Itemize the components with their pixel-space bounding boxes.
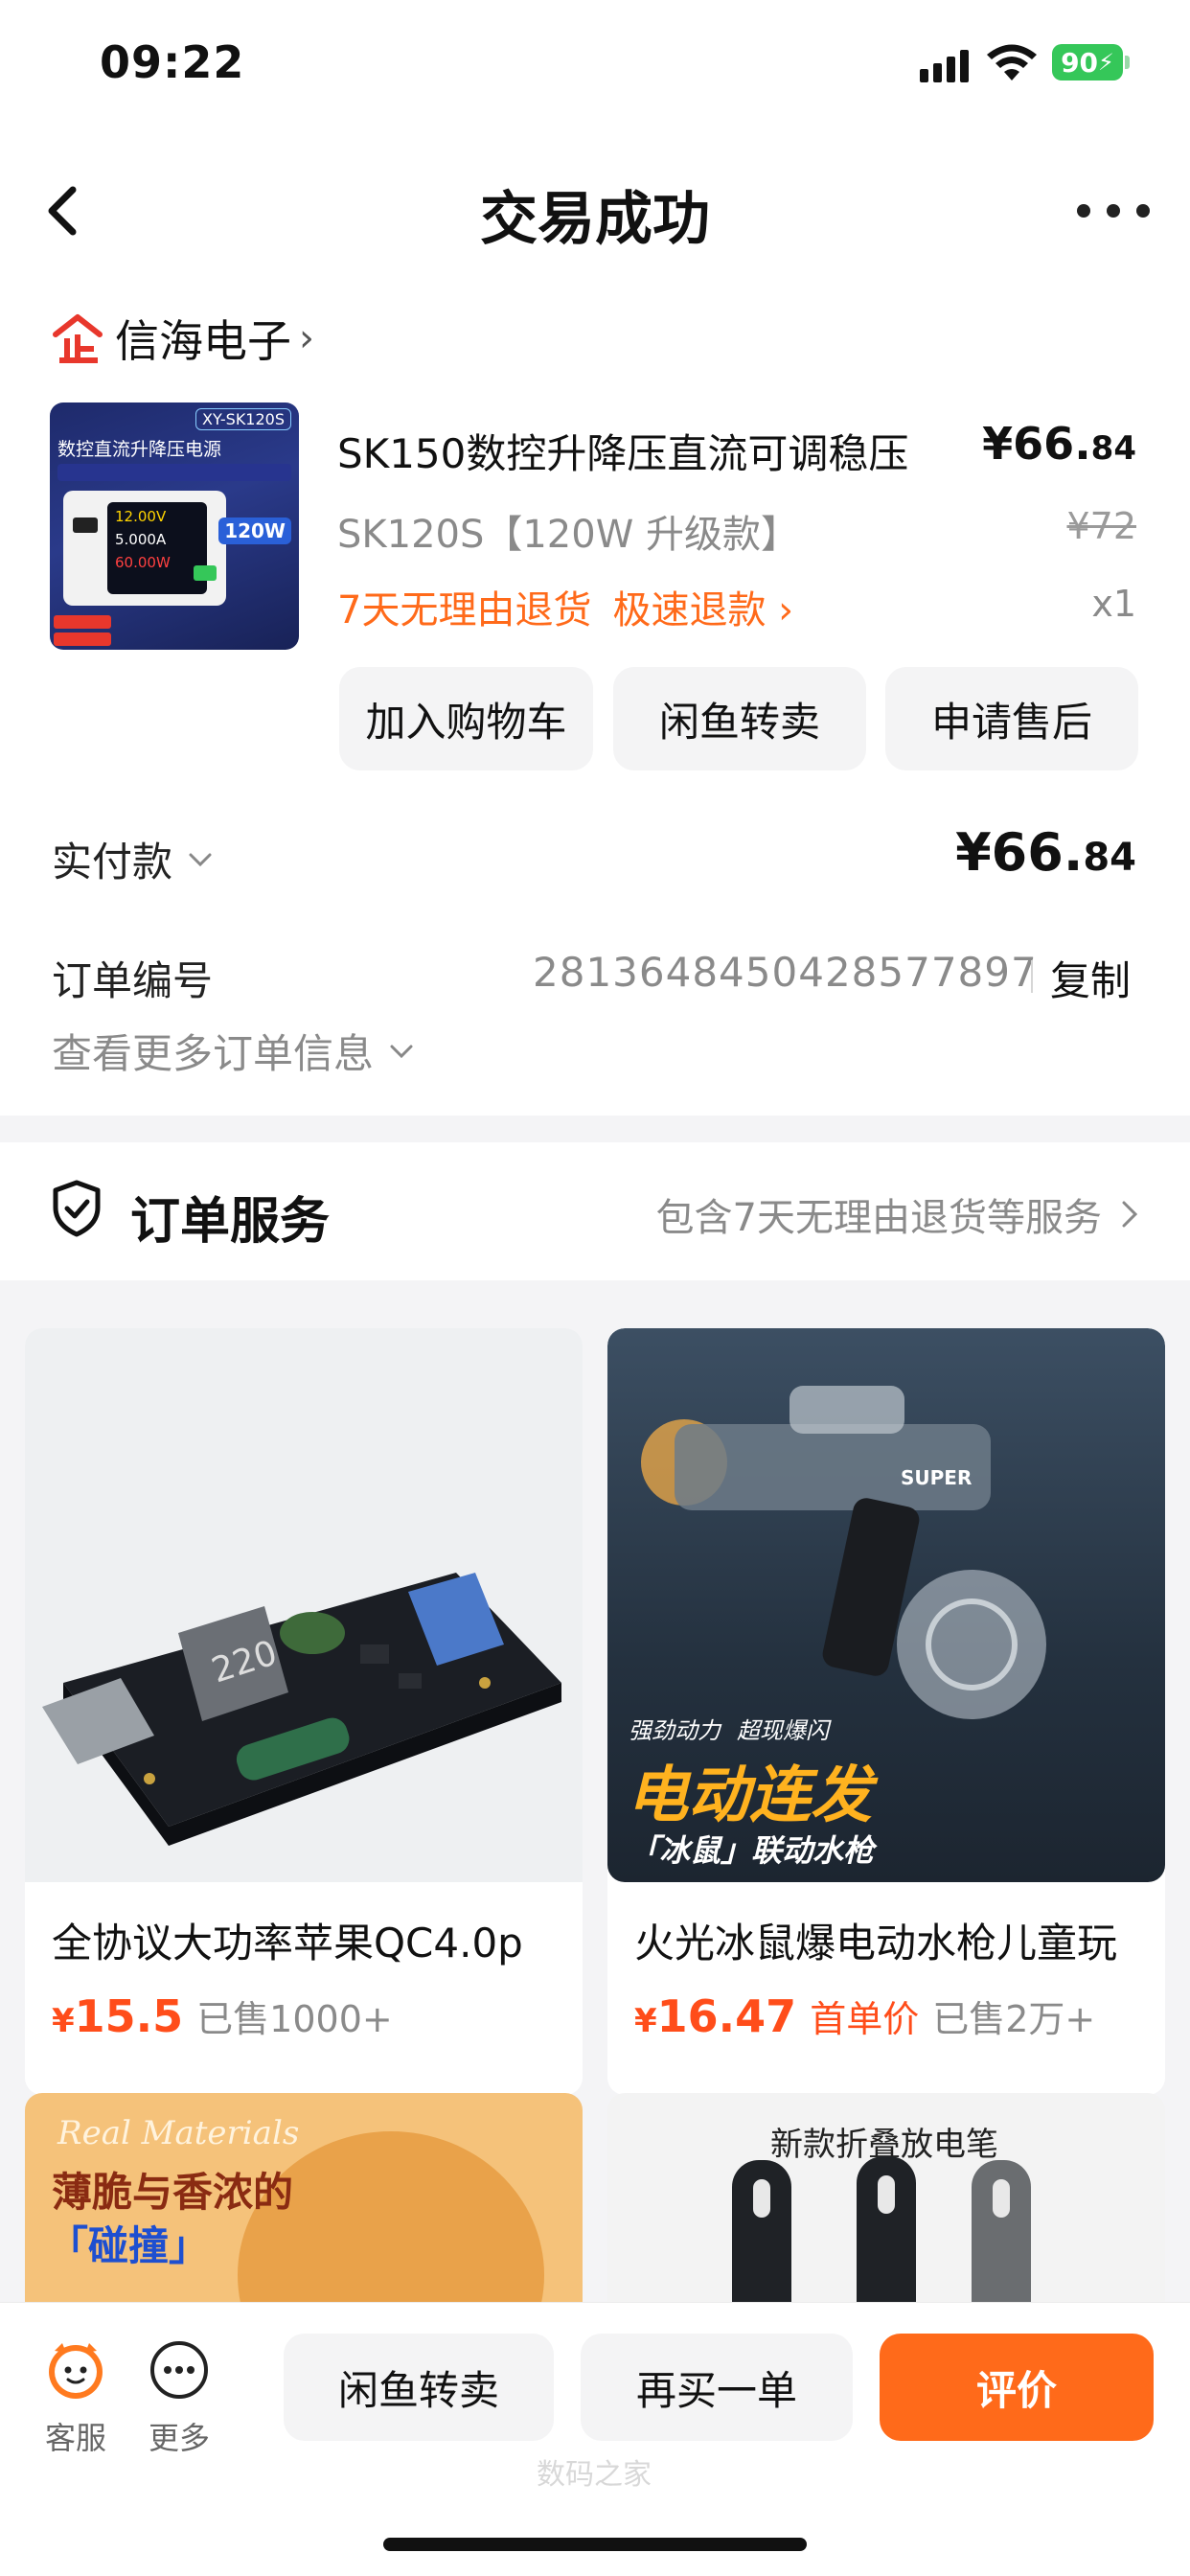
nav-bar: 交易成功 — [0, 153, 1190, 268]
img-subheadline: 「冰鼠」联动水枪 — [629, 1832, 875, 1869]
more-label: 更多 — [148, 2420, 210, 2456]
resell-bottom-button[interactable]: 闲鱼转卖 — [284, 2334, 554, 2441]
thumb-title: 数控直流升降压电源 — [57, 439, 222, 460]
battery-level: 90 — [1061, 46, 1099, 79]
product-sku: SK120S【120W 升级款】 — [337, 513, 799, 557]
card-sold-count: 已售2万+ — [932, 1998, 1096, 2040]
recommendation-feed: 220 全协议大功率苹果QC4.0p ¥15.5 已售1000+ 强劲动力 超现… — [0, 1280, 1190, 2306]
after-sale-button[interactable]: 申请售后 — [885, 667, 1138, 770]
shop-name: 信海电子 — [115, 315, 291, 367]
card-image — [238, 2131, 544, 2306]
feed-card[interactable]: 220 全协议大功率苹果QC4.0p ¥15.5 已售1000+ — [25, 1328, 583, 2095]
more-order-info-label: 查看更多订单信息 — [52, 1030, 375, 1077]
circuit-board-image: 220 — [42, 1573, 561, 1846]
chevron-right-icon: › — [299, 316, 314, 360]
paid-amount: ¥66.84 — [955, 822, 1136, 883]
feed-card[interactable]: 新款折叠放电笔 — [607, 2093, 1165, 2306]
more-icon — [150, 2341, 208, 2399]
card-image: 强劲动力 超现爆闪 电动连发 「冰鼠」联动水枪 SUPER — [607, 1328, 1165, 1882]
order-service-row[interactable]: 订单服务 包含7天无理由退货等服务 — [0, 1142, 1190, 1276]
product-thumbnail[interactable]: XY-SK120S 数控直流升降压电源 12.00V 5.000A 60.00W… — [50, 402, 299, 650]
order-service-title: 订单服务 — [130, 1193, 331, 1251]
customer-service-label: 客服 — [44, 2420, 106, 2456]
more-options-icon[interactable] — [1077, 182, 1150, 240]
card-title: 全协议大功率苹果QC4.0p — [52, 1920, 523, 1966]
wifi-icon — [987, 44, 1037, 80]
separator — [1031, 960, 1033, 993]
cellular-signal-icon — [920, 50, 970, 82]
card-image: 220 — [25, 1328, 583, 1882]
battery-cap — [1125, 56, 1130, 69]
more-order-info-toggle[interactable]: 查看更多订单信息 — [52, 1022, 414, 1080]
shop-link[interactable]: 信海电子 › — [50, 309, 314, 368]
chevron-right-icon — [1122, 1201, 1138, 1228]
more-button[interactable]: 更多 — [136, 2337, 222, 2458]
thumb-power: 60.00W — [115, 554, 171, 571]
img-badge-flash: 超现爆闪 — [737, 1717, 829, 1744]
add-to-cart-button[interactable]: 加入购物车 — [339, 667, 593, 770]
resell-button[interactable]: 闲鱼转卖 — [613, 667, 866, 770]
copy-order-number-button[interactable]: 复制 — [1050, 949, 1131, 1007]
customer-service-icon — [49, 2343, 103, 2399]
thumb-watt: 120W — [218, 518, 291, 544]
rebuy-button[interactable]: 再买一单 — [581, 2334, 853, 2441]
img-text-en: Real Materials — [57, 2114, 300, 2152]
card-price: ¥16.47 首单价 已售2万+ — [634, 1990, 1096, 2042]
feed-card[interactable]: Real Materials 薄脆与香浓的 「碰撞」 — [25, 2093, 583, 2306]
battery-indicator: 90 ⚡ — [1052, 44, 1123, 80]
card-first-order-label: 首单价 — [810, 1998, 920, 2040]
card-price: ¥15.5 已售1000+ — [52, 1990, 393, 2042]
paid-amount-toggle[interactable]: 实付款 — [52, 830, 213, 888]
product-title[interactable]: SK150数控升降压直流可调稳压 — [337, 422, 908, 480]
customer-service-button[interactable]: 客服 — [33, 2337, 119, 2458]
thumb-voltage: 12.00V — [115, 508, 167, 525]
watermark: 数码之家 — [537, 2458, 652, 2492]
status-time: 09:22 — [100, 36, 245, 88]
img-brand: SUPER — [901, 1466, 973, 1489]
product-price: ¥66.84 — [982, 418, 1136, 470]
paid-amount-label: 实付款 — [52, 839, 173, 886]
shield-check-icon — [53, 1180, 101, 1237]
chevron-down-icon — [189, 853, 212, 866]
feed-card[interactable]: 强劲动力 超现爆闪 电动连发 「冰鼠」联动水枪 SUPER 火光冰鼠爆电动水枪儿… — [607, 1328, 1165, 2095]
chevron-down-icon — [390, 1045, 413, 1058]
review-button[interactable]: 评价 — [880, 2334, 1154, 2441]
test-pen-image — [732, 2156, 1031, 2306]
order-number-label: 订单编号 — [52, 957, 214, 1004]
section-divider — [0, 1116, 1190, 1142]
status-bar: 09:22 90 ⚡ — [0, 0, 1190, 134]
page-title: 交易成功 — [480, 186, 710, 253]
product-service-tags[interactable]: 7天无理由退货 极速退款 › — [337, 579, 814, 634]
thumb-current: 5.000A — [115, 531, 167, 548]
thumb-model-label: XY-SK120S — [195, 408, 291, 430]
home-indicator[interactable] — [383, 2538, 807, 2551]
card-sold-count: 已售1000+ — [196, 1998, 393, 2040]
img-badge-power: 强劲动力 — [629, 1717, 721, 1744]
order-number: 2813648450428577897 — [533, 949, 1038, 996]
enterprise-shop-icon — [53, 314, 103, 363]
tag-return-policy: 7天无理由退货 — [337, 588, 592, 632]
product-original-price: ¥72 — [1066, 505, 1136, 547]
product-quantity: x1 — [1091, 583, 1136, 625]
img-headline: 电动连发 — [627, 1760, 872, 1831]
img-text-2: 「碰撞」 — [48, 2222, 210, 2269]
order-service-desc: 包含7天无理由退货等服务 — [656, 1186, 1140, 1242]
card-title: 火光冰鼠爆电动水枪儿童玩 — [634, 1920, 1118, 1966]
tag-fast-refund: 极速退款 › — [612, 588, 794, 632]
bottom-action-bar: 客服 更多 闲鱼转卖 再买一单 评价 数码之家 — [0, 2302, 1190, 2576]
img-text-1: 薄脆与香浓的 — [52, 2169, 294, 2216]
